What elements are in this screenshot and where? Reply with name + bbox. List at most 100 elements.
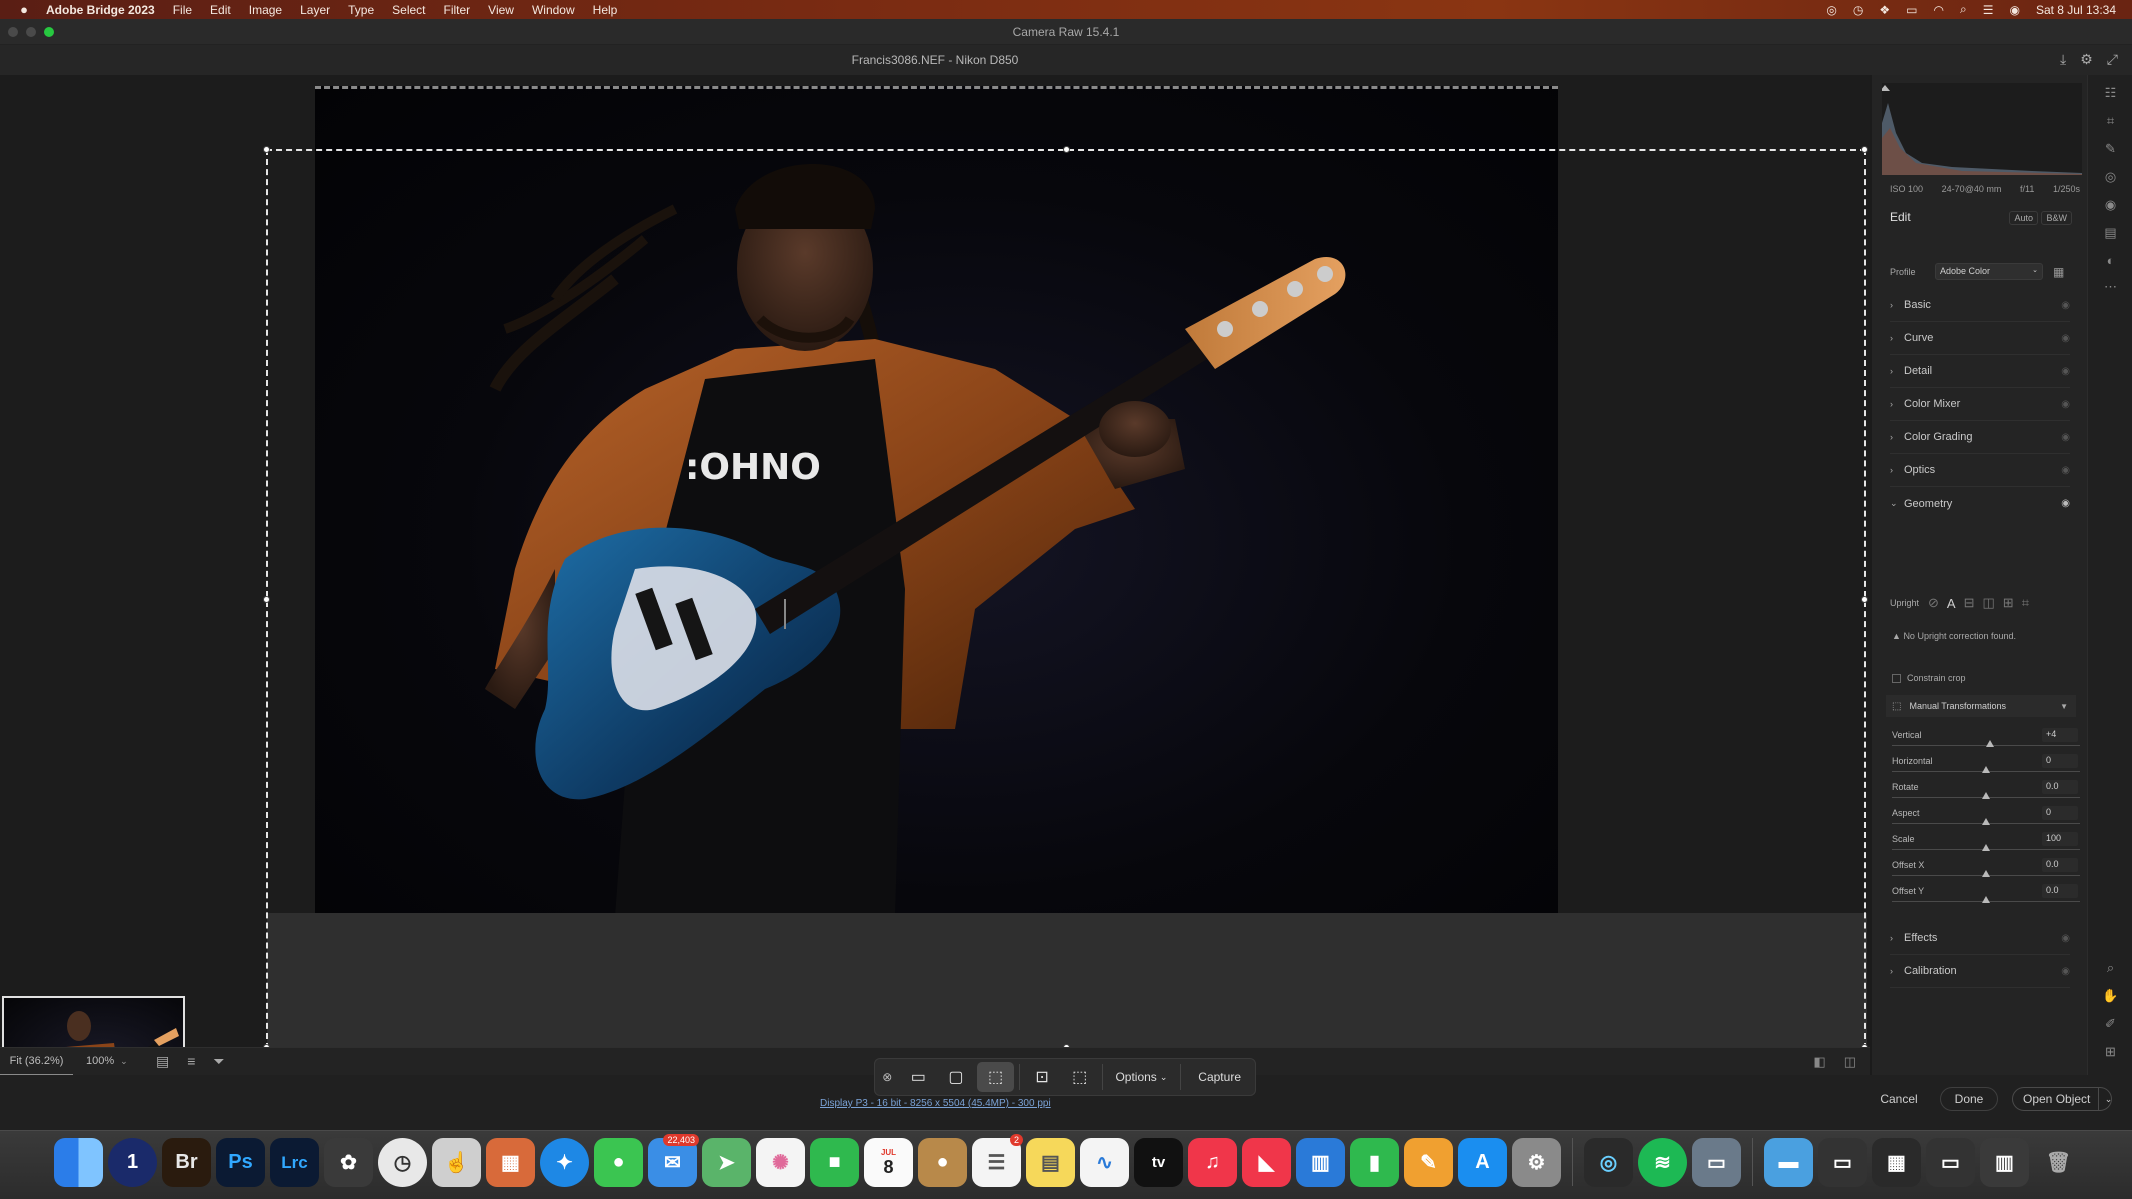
- zoom-fit-button[interactable]: Fit (36.2%): [0, 1048, 73, 1076]
- menu-layer[interactable]: Layer: [300, 3, 330, 17]
- contacts-icon[interactable]: ●: [918, 1138, 967, 1187]
- auto-button[interactable]: Auto: [2009, 211, 2038, 225]
- freeform-icon[interactable]: ∿: [1080, 1138, 1129, 1187]
- selection-handle-top-left[interactable]: [263, 146, 270, 153]
- selection-handle-top-right[interactable]: [1861, 146, 1868, 153]
- constrain-crop-checkbox[interactable]: Constrain crop: [1892, 673, 1966, 683]
- spotlight-search-icon[interactable]: ⌕: [1960, 2, 1967, 17]
- capture-entire-screen-icon[interactable]: ▭: [899, 1058, 937, 1096]
- clock-app-icon[interactable]: ◷: [378, 1138, 427, 1187]
- done-button[interactable]: Done: [1940, 1087, 1998, 1111]
- section-basic[interactable]: › Basic ◉: [1890, 289, 2070, 322]
- section-optics[interactable]: › Optics ◉: [1890, 454, 2070, 487]
- slider-value-input[interactable]: +4: [2042, 728, 2078, 742]
- recent-window-icon[interactable]: ▥: [1980, 1138, 2029, 1187]
- slider-value-input[interactable]: 0.0: [2042, 858, 2078, 872]
- slider-thumb[interactable]: [1982, 896, 1990, 903]
- creative-cloud-icon[interactable]: ◎: [1826, 3, 1836, 17]
- profile-browser-icon[interactable]: ▦: [2053, 265, 2064, 279]
- section-color-grading[interactable]: › Color Grading ◉: [1890, 421, 2070, 454]
- menu-filter[interactable]: Filter: [444, 3, 471, 17]
- slider-value-input[interactable]: 0.0: [2042, 884, 2078, 898]
- dropbox-icon[interactable]: ❖: [1879, 3, 1890, 17]
- battery-icon[interactable]: ▭: [1906, 3, 1917, 17]
- manual-transformations-header[interactable]: ⬚ Manual Transformations ▼: [1886, 695, 2076, 717]
- selection-handle-middle-left[interactable]: [263, 596, 270, 603]
- selection-handle-middle-right[interactable]: [1861, 596, 1868, 603]
- app-menu-name[interactable]: Adobe Bridge 2023: [46, 3, 155, 17]
- preview-app-icon[interactable]: ☝: [432, 1138, 481, 1187]
- visibility-eye-icon[interactable]: ◉: [2061, 333, 2070, 344]
- visibility-eye-icon[interactable]: ◉: [2061, 399, 2070, 410]
- slider-offset-y[interactable]: Offset Y 0.0: [1892, 884, 2080, 908]
- visibility-eye-icon[interactable]: ◉: [2061, 933, 2070, 944]
- recent-window-icon[interactable]: ▭: [1926, 1138, 1975, 1187]
- visibility-eye-icon[interactable]: ◉: [2061, 966, 2070, 977]
- menu-file[interactable]: File: [173, 3, 192, 17]
- settings-gear-icon[interactable]: ⚙: [2080, 51, 2093, 68]
- upright-auto-icon[interactable]: A: [1947, 596, 1956, 611]
- slider-scale[interactable]: Scale 100: [1892, 832, 2080, 856]
- upright-full-icon[interactable]: ⊞: [2003, 595, 2014, 611]
- upright-vertical-icon[interactable]: ◫: [1982, 595, 1994, 611]
- quicktime-icon[interactable]: ◎: [1584, 1138, 1633, 1187]
- davinci-resolve-icon[interactable]: ✿: [324, 1138, 373, 1187]
- image-canvas[interactable]: :OHNO: [0, 75, 1870, 1117]
- snapshots-icon[interactable]: ▤: [2088, 225, 2132, 241]
- apple-menu-icon[interactable]: ●: [16, 2, 32, 17]
- zoom-tool-icon[interactable]: ⌕: [2088, 960, 2132, 976]
- hand-tool-icon[interactable]: ✋: [2088, 988, 2132, 1004]
- visibility-eye-icon[interactable]: ◉: [2061, 432, 2070, 443]
- open-object-button[interactable]: Open Object: [2012, 1087, 2112, 1111]
- menu-help[interactable]: Help: [593, 3, 618, 17]
- sort-icon[interactable]: ≡: [187, 1053, 195, 1070]
- healing-brush-icon[interactable]: ✎: [2088, 141, 2132, 157]
- control-center-icon[interactable]: ☰: [1983, 3, 1994, 17]
- slider-offset-x[interactable]: Offset X 0.0: [1892, 858, 2080, 882]
- slider-thumb[interactable]: [1982, 792, 1990, 799]
- reminders-icon[interactable]: ☰ 2: [972, 1134, 1023, 1187]
- visibility-eye-icon[interactable]: ◉: [2061, 498, 2070, 509]
- fullscreen-icon[interactable]: ⤢: [2107, 51, 2118, 68]
- capture-button[interactable]: Capture: [1184, 1058, 1255, 1096]
- presets-icon[interactable]: ◐: [2088, 253, 2132, 268]
- filter-icon[interactable]: ⏷: [213, 1053, 224, 1070]
- slider-aspect[interactable]: Aspect 0: [1892, 806, 2080, 830]
- cancel-button[interactable]: Cancel: [1866, 1087, 1932, 1111]
- options-dropdown[interactable]: Options ⌄: [1105, 1058, 1177, 1096]
- slider-rotate[interactable]: Rotate 0.0: [1892, 780, 2080, 804]
- menu-window[interactable]: Window: [532, 3, 575, 17]
- recent-window-icon[interactable]: ▭: [1818, 1138, 1867, 1187]
- open-options-chevron-icon[interactable]: ⌄: [2098, 1087, 2118, 1111]
- calendar-icon[interactable]: JUL 8: [864, 1138, 913, 1187]
- notes-icon[interactable]: ▤: [1026, 1138, 1075, 1187]
- screenshot-app-icon[interactable]: ▭: [1692, 1138, 1741, 1187]
- slider-thumb[interactable]: [1982, 844, 1990, 851]
- siri-icon[interactable]: ◉: [2009, 3, 2019, 17]
- more-options-icon[interactable]: ⋯: [2088, 279, 2132, 295]
- menu-edit[interactable]: Edit: [210, 3, 231, 17]
- news-icon[interactable]: ◣: [1242, 1138, 1291, 1187]
- section-effects[interactable]: › Effects ◉: [1890, 922, 2070, 955]
- photos-icon[interactable]: ✺: [756, 1138, 805, 1187]
- messages-icon[interactable]: ●: [594, 1138, 643, 1187]
- 1password-icon[interactable]: 1: [108, 1138, 157, 1187]
- record-selection-icon[interactable]: ⬚: [1061, 1058, 1099, 1096]
- before-after-icon[interactable]: ◧: [1813, 1054, 1825, 1070]
- slider-thumb[interactable]: [1982, 818, 1990, 825]
- close-capture-icon[interactable]: ⊗: [875, 1058, 899, 1096]
- menu-view[interactable]: View: [488, 3, 514, 17]
- red-eye-icon[interactable]: ◉: [2088, 197, 2132, 213]
- slider-vertical[interactable]: Vertical +4: [1892, 728, 2080, 752]
- capture-selection-icon[interactable]: ⬚: [976, 1062, 1015, 1092]
- apple-tv-icon[interactable]: tv: [1134, 1138, 1183, 1187]
- menubar-clock[interactable]: Sat 8 Jul 13:34: [2036, 3, 2116, 17]
- app-store-icon[interactable]: A: [1458, 1138, 1507, 1187]
- recent-window-icon[interactable]: ▦: [1872, 1138, 1921, 1187]
- compare-view-icon[interactable]: ◫: [1844, 1054, 1856, 1070]
- slider-horizontal[interactable]: Horizontal 0: [1892, 754, 2080, 778]
- record-screen-icon[interactable]: ⊡: [1023, 1058, 1061, 1096]
- visibility-eye-icon[interactable]: ◉: [2061, 465, 2070, 476]
- folder-icon[interactable]: ▬: [1764, 1138, 1813, 1187]
- system-settings-icon[interactable]: ⚙: [1512, 1138, 1561, 1187]
